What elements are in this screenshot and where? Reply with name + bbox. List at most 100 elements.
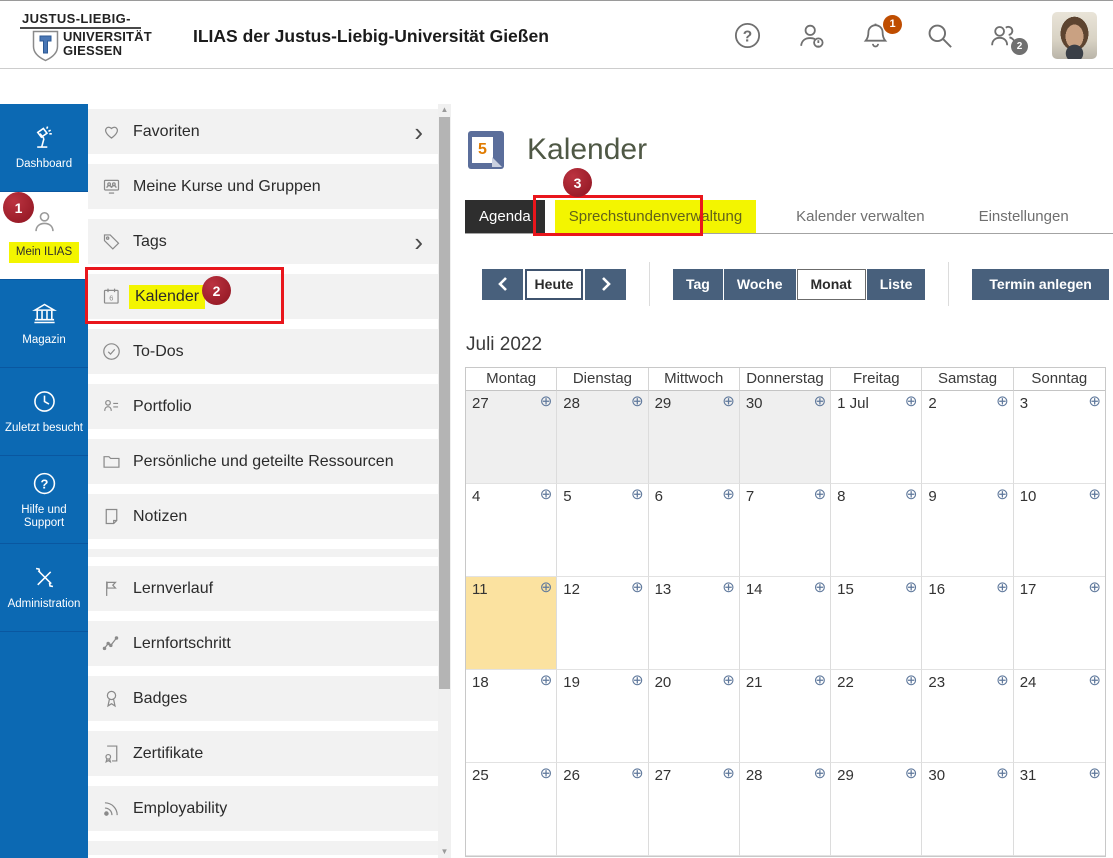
today-button[interactable]: Heute (525, 268, 583, 300)
menu-item-notizen[interactable]: Notizen (88, 494, 438, 539)
user-avatar[interactable] (1052, 11, 1097, 59)
create-appointment-button[interactable]: Termin anlegen (972, 268, 1109, 300)
sidebar-item-dashboard[interactable]: Dashboard (0, 104, 88, 192)
day-cell-16[interactable]: 16 ⊕ (922, 577, 1014, 670)
day-cell-24[interactable]: 24 ⊕ (1013, 670, 1105, 763)
scrollbar-thumb[interactable] (439, 117, 450, 689)
day-cell-3[interactable]: 3 ⊕ (1013, 391, 1105, 484)
add-appointment-icon[interactable]: ⊕ (996, 766, 1009, 781)
add-appointment-icon[interactable]: ⊕ (540, 487, 553, 502)
add-appointment-icon[interactable]: ⊕ (540, 580, 553, 595)
scroll-up-icon[interactable]: ▲ (438, 104, 451, 116)
notification-person-icon[interactable] (796, 20, 827, 51)
day-cell-30[interactable]: 30 ⊕ (922, 763, 1014, 856)
day-cell-22[interactable]: 22 ⊕ (831, 670, 923, 763)
add-appointment-icon[interactable]: ⊕ (905, 766, 918, 781)
day-cell-9[interactable]: 9 ⊕ (922, 484, 1014, 577)
sidebar-item-magazin[interactable]: Magazin (0, 280, 88, 368)
university-logo[interactable]: JUSTUS-LIEBIG- UNIVERSITÄT GIESSEN (20, 10, 152, 62)
day-cell-4[interactable]: 4 ⊕ (466, 484, 558, 577)
add-appointment-icon[interactable]: ⊕ (722, 394, 735, 409)
day-cell-10[interactable]: 10 ⊕ (1013, 484, 1105, 577)
day-cell-29[interactable]: 29 ⊕ (831, 763, 923, 856)
add-appointment-icon[interactable]: ⊕ (631, 394, 644, 409)
menu-item-persoenliche-und-geteilte-ressourcen[interactable]: Persönliche und geteilte Ressourcen (88, 439, 438, 484)
day-cell-2[interactable]: 2 ⊕ (922, 391, 1014, 484)
add-appointment-icon[interactable]: ⊕ (814, 487, 827, 502)
add-appointment-icon[interactable]: ⊕ (814, 673, 827, 688)
add-appointment-icon[interactable]: ⊕ (814, 394, 827, 409)
search-icon[interactable] (924, 20, 955, 51)
day-cell-28[interactable]: 28 ⊕ (557, 391, 649, 484)
day-cell-5[interactable]: 5 ⊕ (557, 484, 649, 577)
add-appointment-icon[interactable]: ⊕ (540, 673, 553, 688)
day-cell-8[interactable]: 8 ⊕ (831, 484, 923, 577)
bell-icon[interactable]: 1 (860, 14, 902, 51)
day-cell-19[interactable]: 19 ⊕ (557, 670, 649, 763)
day-cell-23[interactable]: 23 ⊕ (922, 670, 1014, 763)
add-appointment-icon[interactable]: ⊕ (722, 580, 735, 595)
menu-item-partial[interactable] (88, 841, 438, 855)
day-cell-27[interactable]: 27 ⊕ (466, 391, 558, 484)
day-cell-31[interactable]: 31 ⊕ (1013, 763, 1105, 856)
add-appointment-icon[interactable]: ⊕ (722, 487, 735, 502)
day-cell-13[interactable]: 13 ⊕ (648, 577, 740, 670)
add-appointment-icon[interactable]: ⊕ (1088, 487, 1101, 502)
add-appointment-icon[interactable]: ⊕ (814, 766, 827, 781)
online-users-icon[interactable]: 2 (988, 20, 1028, 55)
add-appointment-icon[interactable]: ⊕ (1088, 580, 1101, 595)
view-woche-button[interactable]: Woche (723, 268, 796, 300)
day-cell-17[interactable]: 17 ⊕ (1013, 577, 1105, 670)
day-cell-15[interactable]: 15 ⊕ (831, 577, 923, 670)
menu-item-zertifikate[interactable]: Zertifikate (88, 731, 438, 776)
day-cell-27[interactable]: 27 ⊕ (648, 763, 740, 856)
add-appointment-icon[interactable]: ⊕ (631, 487, 644, 502)
add-appointment-icon[interactable]: ⊕ (905, 673, 918, 688)
sidebar-item-zuletzt-besucht[interactable]: Zuletzt besucht (0, 368, 88, 456)
day-cell-12[interactable]: 12 ⊕ (557, 577, 649, 670)
add-appointment-icon[interactable]: ⊕ (540, 766, 553, 781)
next-period-button[interactable] (585, 268, 626, 300)
day-cell-26[interactable]: 26 ⊕ (557, 763, 649, 856)
add-appointment-icon[interactable]: ⊕ (540, 394, 553, 409)
menu-item-kalender[interactable]: 6 Kalender (88, 274, 438, 319)
day-cell-21[interactable]: 21 ⊕ (739, 670, 832, 763)
menu-item-badges[interactable]: Badges (88, 676, 438, 721)
add-appointment-icon[interactable]: ⊕ (631, 673, 644, 688)
tab-einstellungen[interactable]: Einstellungen (965, 200, 1083, 233)
add-appointment-icon[interactable]: ⊕ (905, 394, 918, 409)
menu-item-portfolio[interactable]: Portfolio (88, 384, 438, 429)
day-cell-1-jul[interactable]: 1 Jul ⊕ (831, 391, 923, 484)
sidebar-item-hilfe-und-support[interactable]: ? Hilfe und Support (0, 456, 88, 544)
add-appointment-icon[interactable]: ⊕ (996, 394, 1009, 409)
tab-sprechstundenverwaltung[interactable]: Sprechstundenverwaltung (554, 200, 757, 233)
day-cell-18[interactable]: 18 ⊕ (466, 670, 558, 763)
day-cell-29[interactable]: 29 ⊕ (648, 391, 740, 484)
add-appointment-icon[interactable]: ⊕ (905, 487, 918, 502)
day-cell-7[interactable]: 7 ⊕ (739, 484, 832, 577)
add-appointment-icon[interactable]: ⊕ (996, 487, 1009, 502)
add-appointment-icon[interactable]: ⊕ (722, 673, 735, 688)
add-appointment-icon[interactable]: ⊕ (996, 673, 1009, 688)
menu-scrollbar[interactable]: ▲ ▼ (438, 104, 451, 858)
menu-item-tags[interactable]: Tags › (88, 219, 438, 264)
menu-item-meine-kurse-und-gruppen[interactable]: Meine Kurse und Gruppen (88, 164, 438, 209)
menu-item-favoriten[interactable]: Favoriten › (88, 109, 438, 154)
day-cell-20[interactable]: 20 ⊕ (648, 670, 740, 763)
add-appointment-icon[interactable]: ⊕ (1088, 673, 1101, 688)
menu-item-lernverlauf[interactable]: Lernverlauf (88, 566, 438, 611)
add-appointment-icon[interactable]: ⊕ (1088, 394, 1101, 409)
add-appointment-icon[interactable]: ⊕ (722, 766, 735, 781)
view-monat-button[interactable]: Monat (796, 268, 866, 300)
tab-kalender-verwalten[interactable]: Kalender verwalten (782, 200, 938, 233)
day-cell-28[interactable]: 28 ⊕ (739, 763, 832, 856)
sidebar-item-administration[interactable]: Administration (0, 544, 88, 632)
add-appointment-icon[interactable]: ⊕ (631, 766, 644, 781)
scroll-down-icon[interactable]: ▼ (438, 846, 451, 858)
add-appointment-icon[interactable]: ⊕ (631, 580, 644, 595)
tab-agenda[interactable]: Agenda (465, 200, 545, 233)
add-appointment-icon[interactable]: ⊕ (1088, 766, 1101, 781)
menu-item-lernfortschritt[interactable]: Lernfortschritt (88, 621, 438, 666)
menu-item-employability[interactable]: Employability (88, 786, 438, 831)
day-cell-14[interactable]: 14 ⊕ (739, 577, 832, 670)
